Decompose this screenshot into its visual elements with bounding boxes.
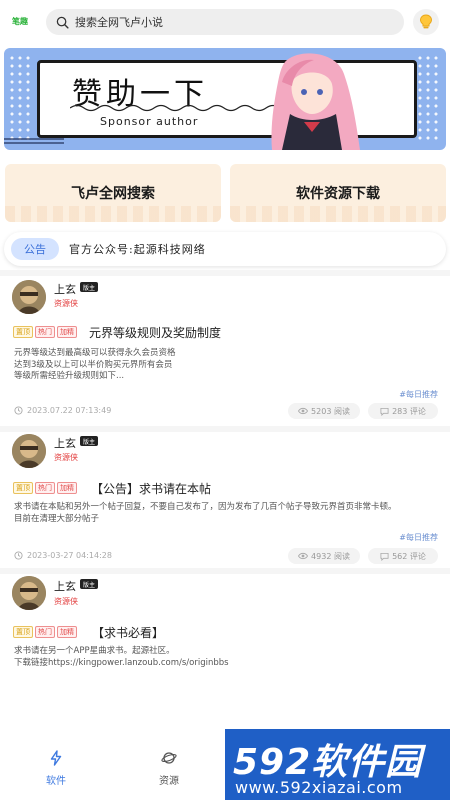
- tag-pinned: 置顶: [13, 326, 33, 338]
- search-placeholder: 搜索全网飞卢小说: [75, 16, 163, 29]
- comments-text: 562 评论: [392, 551, 426, 561]
- nav-resources[interactable]: 资源: [139, 750, 199, 787]
- post-body-line: 求书请在另一个APP星曲求书。起源社区。: [14, 646, 175, 656]
- banner-subtitle: Sponsor author: [100, 115, 199, 128]
- tag-hot: 热门: [35, 326, 55, 338]
- avatar-image: [12, 576, 46, 610]
- clock-icon: [14, 406, 23, 415]
- post-title[interactable]: 元界等级规则及奖励制度: [89, 324, 221, 341]
- topic-link[interactable]: #每日推荐: [399, 389, 438, 400]
- tag-featured: 加精: [57, 626, 77, 638]
- nav-resources-label: 资源: [159, 776, 179, 787]
- username[interactable]: 上玄: [54, 435, 76, 451]
- post-body: 求书请在另一个APP星曲求书。起源社区。 下载链接https://kingpow…: [14, 646, 434, 669]
- software-download-label: 软件资源下载: [296, 186, 380, 202]
- post-title[interactable]: 【公告】求书请在本帖: [91, 480, 211, 497]
- tag-pinned: 置顶: [13, 626, 33, 638]
- views-count[interactable]: 5203 阅读: [288, 403, 360, 419]
- notice-bar[interactable]: 公告 官方公众号:起源科技网络: [4, 232, 446, 266]
- post-time-text: 2023-03-27 04:14:28: [27, 551, 112, 560]
- eye-icon: [298, 407, 309, 415]
- user-title: 资源侠: [54, 453, 78, 462]
- post-time: 2023.07.22 07:13:49: [14, 406, 111, 415]
- comments-text: 283 评论: [392, 406, 426, 416]
- lightning-icon: [50, 750, 62, 766]
- comment-icon: [380, 407, 389, 416]
- planet-icon: [161, 752, 177, 764]
- views-text: 4932 阅读: [311, 551, 350, 561]
- wave-decoration: [70, 104, 280, 112]
- fly-search-button[interactable]: 飞卢全网搜索: [5, 164, 221, 222]
- post-body-line: 达到3级及以上可以半价购买元界所有会员: [14, 359, 173, 370]
- post-tags: 置顶 热门 加精: [13, 326, 77, 338]
- avatar[interactable]: [12, 576, 46, 610]
- top-bar: 笔趣 搜索全网飞卢小说: [0, 0, 450, 44]
- tag-pinned: 置顶: [13, 482, 33, 494]
- post-card[interactable]: 上玄 版主 资源侠 置顶 热门 加精 元界等级规则及奖励制度 元界等级达到最高级…: [0, 276, 450, 426]
- post-body: 求书请在本贴和另外一个帖子回复，不要自己发布了，因为发布了几百个帖子导致元界首页…: [14, 502, 434, 525]
- role-badge: 版主: [80, 436, 98, 446]
- tag-hot: 热门: [35, 626, 55, 638]
- theme-button[interactable]: [413, 9, 439, 35]
- banner-dots-decoration: [416, 54, 440, 142]
- user-title: 资源侠: [54, 597, 78, 606]
- username[interactable]: 上玄: [54, 578, 76, 594]
- tag-featured: 加精: [57, 482, 77, 494]
- post-body-line: 等级所需经验升级规则如下...: [14, 371, 125, 381]
- username[interactable]: 上玄: [54, 281, 76, 297]
- skyline-decoration: [5, 206, 221, 222]
- skyline-decoration: [230, 206, 446, 222]
- tag-featured: 加精: [57, 326, 77, 338]
- search-icon: [56, 16, 69, 29]
- role-badge: 版主: [80, 282, 98, 292]
- user-title: 资源侠: [54, 299, 78, 308]
- topic-link[interactable]: #每日推荐: [399, 532, 438, 543]
- notice-text: 官方公众号:起源科技网络: [69, 243, 206, 256]
- post-title[interactable]: 【求书必看】: [92, 624, 164, 641]
- nav-software[interactable]: 软件: [26, 750, 86, 787]
- views-count[interactable]: 4932 阅读: [288, 548, 360, 564]
- notice-tag: 公告: [11, 238, 59, 260]
- lightbulb-icon: [419, 14, 433, 29]
- post-body-line: 元界等级达到最高级可以获得永久会员资格: [14, 348, 176, 358]
- tag-hot: 热门: [35, 482, 55, 494]
- nav-software-label: 软件: [46, 776, 66, 787]
- post-body-line: 目前在清理大部分帖子: [14, 513, 100, 524]
- post-tags: 置顶 热门 加精: [13, 626, 77, 638]
- post-body-line: 下载链接https://kingpower.lanzoub.com/s/orig…: [14, 657, 229, 668]
- watermark-url: www.592xiazai.com: [235, 778, 403, 797]
- anime-character-illustration: [271, 53, 360, 150]
- post-card[interactable]: 上玄 版主 资源侠 置顶 热门 加精 【求书必看】 求书请在另一个APP星曲求书…: [0, 574, 450, 684]
- site-watermark: 592软件园 www.592xiazai.com: [225, 729, 450, 800]
- search-bar[interactable]: 搜索全网飞卢小说: [46, 9, 404, 35]
- avatar-image: [12, 434, 46, 468]
- avatar[interactable]: [12, 280, 46, 314]
- post-tags: 置顶 热门 加精: [13, 482, 77, 494]
- comments-count[interactable]: 283 评论: [368, 403, 438, 419]
- post-time-text: 2023.07.22 07:13:49: [27, 406, 112, 415]
- avatar-image: [12, 280, 46, 314]
- software-download-button[interactable]: 软件资源下载: [230, 164, 446, 222]
- comments-count[interactable]: 562 评论: [368, 548, 438, 564]
- app-logo[interactable]: 笔趣: [12, 16, 28, 27]
- eye-icon: [298, 552, 309, 560]
- post-time: 2023-03-27 04:14:28: [14, 551, 112, 560]
- fly-search-label: 飞卢全网搜索: [71, 186, 155, 202]
- banner-dots-decoration: [8, 54, 32, 142]
- avatar[interactable]: [12, 434, 46, 468]
- comment-icon: [380, 552, 389, 561]
- post-body: 元界等级达到最高级可以获得永久会员资格 达到3级及以上可以半价购买元界所有会员 …: [14, 348, 434, 383]
- post-card[interactable]: 上玄 版主 资源侠 置顶 热门 加精 【公告】求书请在本帖 求书请在本贴和另外一…: [0, 432, 450, 572]
- clock-icon: [14, 551, 23, 560]
- role-badge: 版主: [80, 579, 98, 589]
- post-body-line: 求书请在本贴和另外一个帖子回复，不要自己发布了，因为发布了几百个帖子导致元界首页…: [14, 502, 397, 512]
- sponsor-banner[interactable]: 赞助一下 Sponsor author: [4, 48, 446, 150]
- views-text: 5203 阅读: [311, 406, 350, 416]
